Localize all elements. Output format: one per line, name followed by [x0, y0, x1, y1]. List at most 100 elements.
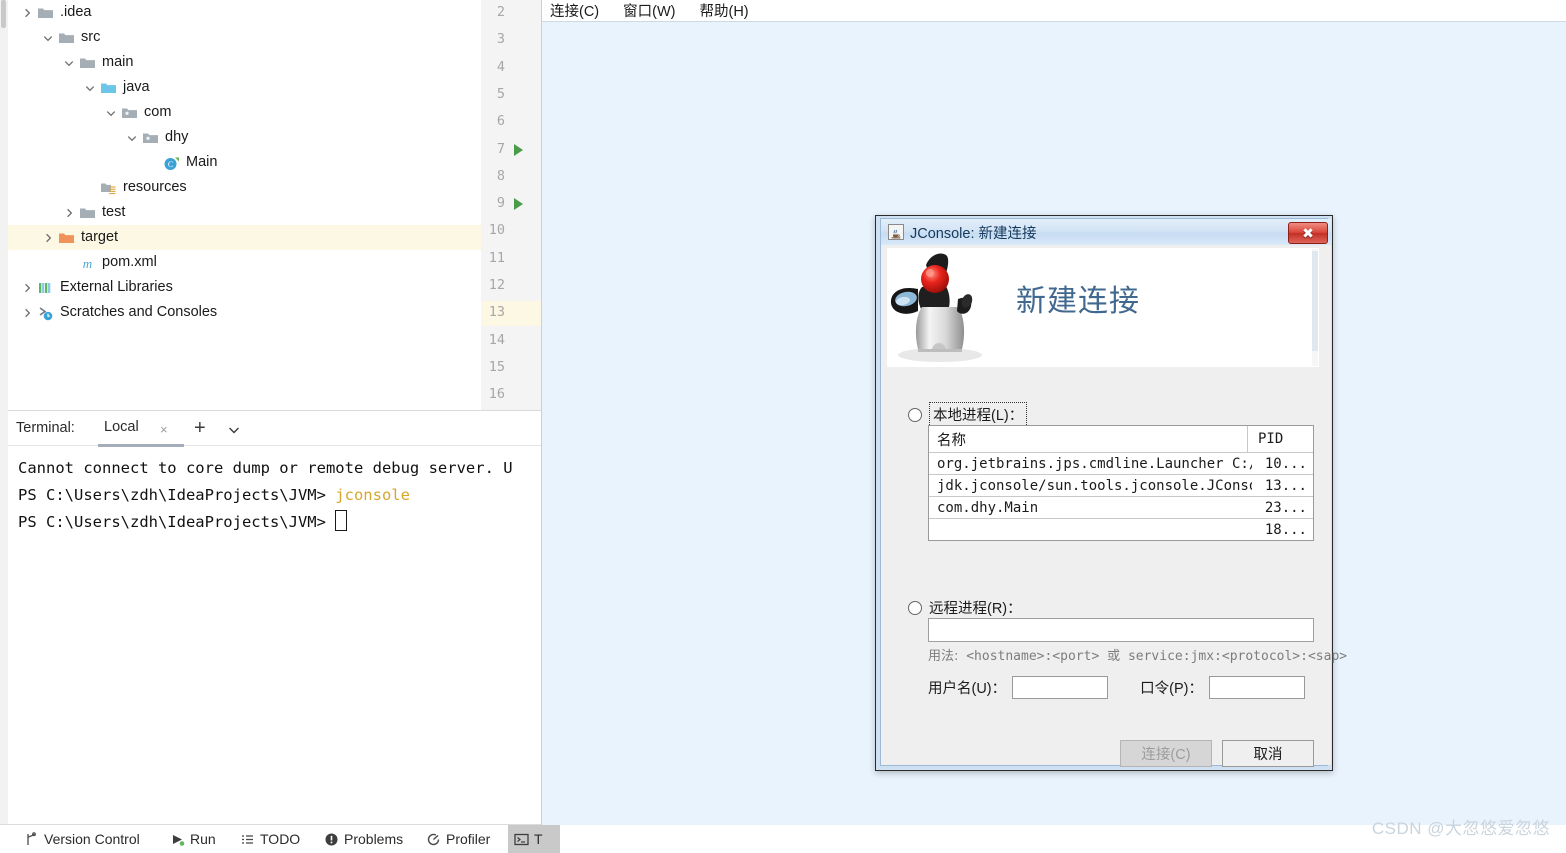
- status-bar-label: Run: [190, 831, 216, 847]
- status-bar-problems[interactable]: Problems: [318, 825, 422, 853]
- chevron-down-icon[interactable]: [104, 106, 118, 120]
- chevron-right-icon[interactable]: [41, 231, 55, 245]
- tool-strip-scrollbar-thumb[interactable]: [1, 0, 6, 28]
- chevron-right-icon[interactable]: [62, 206, 76, 220]
- tree-item-label: .idea: [60, 4, 92, 21]
- terminal-line: Cannot connect to core dump or remote de…: [18, 455, 541, 482]
- gutter-run-icon[interactable]: [514, 143, 523, 156]
- password-field[interactable]: [1208, 676, 1305, 699]
- dialog-title-bar[interactable]: JConsole: 新建连接 ✖: [881, 219, 1331, 245]
- local-process-label: 本地进程(L)：: [929, 402, 1028, 427]
- close-icon[interactable]: ✖: [1288, 222, 1328, 244]
- remote-process-radio-row[interactable]: 远程进程(R)：: [908, 597, 1022, 618]
- folder-gray-icon: [58, 30, 75, 46]
- terminal-cursor: [335, 510, 348, 531]
- process-table-row[interactable]: com.dhy.Main 23...: [929, 497, 1313, 519]
- tree-item-main[interactable]: main: [8, 50, 481, 75]
- gutter-line-number: 13: [488, 304, 505, 321]
- terminal-line-text: PS C:\Users\zdh\IdeaProjects\JVM>: [18, 513, 336, 531]
- process-table-row[interactable]: jdk.jconsole/sun.tools.jconsole.JConso..…: [929, 475, 1313, 497]
- chevron-down-icon[interactable]: [41, 31, 55, 45]
- tree-item-com[interactable]: com: [8, 100, 481, 125]
- duke-mascot-icon: [888, 249, 988, 366]
- local-process-radio-row[interactable]: 本地进程(L)：: [908, 402, 1028, 427]
- gutter-line-number: 9: [496, 195, 505, 212]
- terminal-line-text: Cannot connect to core dump or remote de…: [18, 459, 513, 477]
- banner-scrollbar[interactable]: [1312, 249, 1318, 366]
- tree-item-label: Main: [186, 154, 218, 171]
- gutter-run-icon[interactable]: [514, 198, 523, 211]
- status-bar-version-control[interactable]: Version Control: [18, 825, 146, 853]
- gutter-line-number: 10: [488, 222, 505, 239]
- column-header-pid[interactable]: PID: [1248, 426, 1313, 452]
- process-name-cell: com.dhy.Main: [937, 499, 1039, 516]
- tree-item-java[interactable]: java: [8, 75, 481, 100]
- terminal-command-token: jconsole: [335, 486, 410, 504]
- status-bar-profiler[interactable]: Profiler: [420, 825, 510, 853]
- chevron-down-icon[interactable]: [125, 131, 139, 145]
- status-bar-t[interactable]: T: [508, 825, 560, 853]
- tree-item-src[interactable]: src: [8, 25, 481, 50]
- folder-pkg-icon: [142, 130, 159, 146]
- tree-item-dhy[interactable]: dhy: [8, 125, 481, 150]
- process-pid-cell: 13...: [1264, 477, 1307, 494]
- local-process-table[interactable]: 名称 PID org.jetbrains.jps.cmdline.Launche…: [928, 425, 1314, 541]
- username-field[interactable]: [1012, 676, 1109, 699]
- tree-item-idea[interactable]: .idea: [8, 0, 481, 25]
- tree-item-label: main: [102, 54, 134, 71]
- tree-item-target[interactable]: target: [8, 225, 481, 250]
- terminal-tab-local[interactable]: Local: [104, 419, 139, 435]
- run-icon: [170, 832, 185, 847]
- gutter-line-number: 14: [488, 331, 505, 348]
- column-header-name[interactable]: 名称: [929, 426, 1248, 452]
- terminal-output[interactable]: Cannot connect to core dump or remote de…: [8, 446, 541, 826]
- process-pid-cell: 18...: [1264, 521, 1307, 538]
- tree-item-external-libraries[interactable]: External Libraries: [8, 275, 481, 300]
- banner-scrollbar-thumb[interactable]: [1312, 251, 1318, 351]
- tree-item-pom-xml[interactable]: m pom.xml: [8, 250, 481, 275]
- process-pid-cell: 23...: [1264, 499, 1307, 516]
- connect-button[interactable]: 连接(C): [1120, 740, 1212, 767]
- folder-orange-icon: [58, 230, 75, 246]
- tree-item-main[interactable]: C Main: [8, 150, 481, 175]
- csdn-watermark: CSDN @大忽悠爱忽悠: [1371, 819, 1550, 838]
- remote-process-input[interactable]: [928, 618, 1314, 642]
- libraries-icon: [37, 280, 54, 296]
- chevron-right-icon[interactable]: [20, 6, 34, 20]
- chevron-right-icon[interactable]: [20, 281, 34, 295]
- tree-item-test[interactable]: test: [8, 200, 481, 225]
- terminal-add-icon[interactable]: +: [194, 418, 206, 438]
- chevron-down-icon[interactable]: [83, 81, 97, 95]
- tree-item-scratches-and-consoles[interactable]: Scratches and Consoles: [8, 300, 481, 325]
- chevron-down-icon[interactable]: [62, 56, 76, 70]
- terminal-tab-close-icon[interactable]: ×: [160, 422, 168, 437]
- chevron-right-icon[interactable]: [20, 306, 34, 320]
- terminal-line: PS C:\Users\zdh\IdeaProjects\JVM>: [18, 509, 541, 536]
- usage-text-1: <hostname>:<port>: [958, 649, 1108, 664]
- banner-title: 新建连接: [1016, 284, 1140, 319]
- process-table-row[interactable]: org.jetbrains.jps.cmdline.Launcher C:/..…: [929, 453, 1313, 475]
- new-connection-dialog: JConsole: 新建连接 ✖ 新建连接 本地进程(L)： 名称 PID or…: [875, 215, 1347, 771]
- branch-icon: [24, 831, 39, 847]
- chevron-down-icon[interactable]: [226, 422, 242, 443]
- close-glyph: ✖: [1302, 225, 1314, 241]
- problems-icon: [324, 832, 339, 847]
- dialog-banner: 新建连接: [887, 248, 1319, 367]
- status-bar-run[interactable]: Run: [164, 825, 226, 853]
- local-process-radio[interactable]: [908, 407, 922, 422]
- cancel-button[interactable]: 取消: [1222, 740, 1314, 767]
- remote-process-radio[interactable]: [908, 600, 922, 615]
- jconsole-menu-item-2[interactable]: 帮助(H): [699, 0, 748, 21]
- process-name-cell: org.jetbrains.jps.cmdline.Launcher C:/..…: [937, 455, 1252, 472]
- tree-item-resources[interactable]: resources: [8, 175, 481, 200]
- process-table-row[interactable]: 18...: [929, 519, 1313, 540]
- status-bar-label: Version Control: [44, 831, 140, 847]
- jconsole-menu-item-1[interactable]: 窗口(W): [623, 0, 675, 21]
- password-label: 口令(P)：: [1140, 681, 1203, 697]
- tree-item-label: Scratches and Consoles: [60, 304, 218, 321]
- gutter-line-number: 11: [488, 249, 505, 266]
- tree-item-label: dhy: [165, 129, 189, 146]
- project-tree-panel: .idea src main java com dhy C Main resources test…: [8, 0, 481, 410]
- jconsole-menu-item-0[interactable]: 连接(C): [550, 0, 599, 21]
- status-bar-todo[interactable]: TODO: [234, 825, 314, 853]
